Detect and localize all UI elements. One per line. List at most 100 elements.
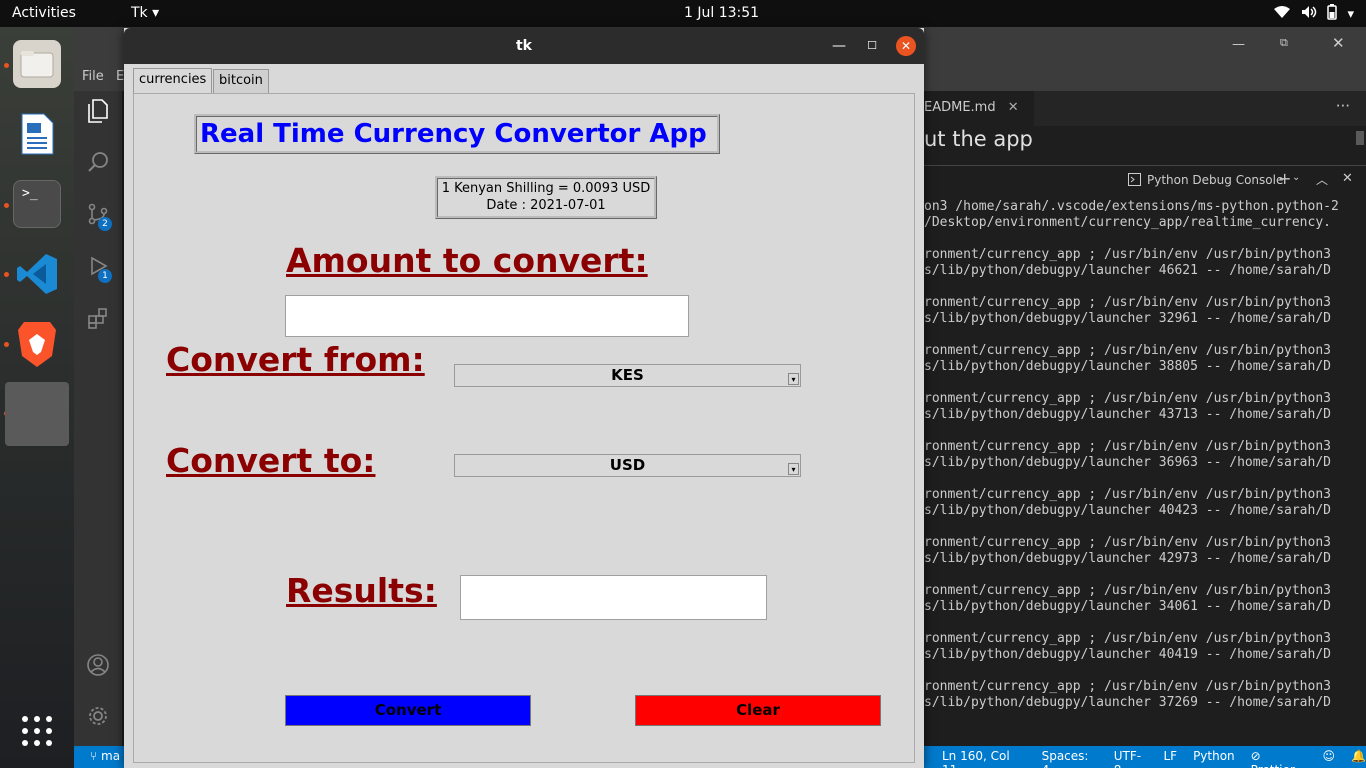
terminal-selector[interactable]: Python Debug Console bbox=[1147, 173, 1283, 187]
system-tray[interactable]: ▾ bbox=[1273, 4, 1354, 24]
cursor-position[interactable]: Ln 160, Col 11 bbox=[942, 749, 1026, 768]
terminal-line: /Desktop/environment/currency_app/realti… bbox=[924, 215, 1331, 230]
terminal-line: s/lib/python/debugpy/launcher 37269 -- /… bbox=[924, 695, 1331, 710]
terminal-line: s/lib/python/debugpy/launcher 38805 -- /… bbox=[924, 359, 1331, 374]
app-menu-button[interactable]: Tk ▾ bbox=[131, 5, 159, 21]
more-actions-icon[interactable]: ··· bbox=[1336, 97, 1350, 115]
terminal-panel-header: Python Debug Console + ⌄ ︿ ✕ bbox=[924, 165, 1366, 195]
tab-currencies[interactable]: currencies bbox=[133, 68, 213, 94]
feedback-icon[interactable]: ☺ bbox=[1323, 749, 1336, 768]
convert-from-label: Convert from: bbox=[166, 340, 425, 379]
clear-button[interactable]: Clear bbox=[635, 695, 881, 726]
to-currency-select[interactable]: USD ▾ bbox=[454, 454, 801, 477]
terminal-line: s/lib/python/debugpy/launcher 40419 -- /… bbox=[924, 647, 1331, 662]
running-indicator bbox=[4, 342, 9, 347]
rate-date-text: Date : 2021-07-01 bbox=[486, 198, 606, 213]
indent-setting[interactable]: Spaces: 4 bbox=[1042, 749, 1098, 768]
terminal-line: s/lib/python/debugpy/launcher 36963 -- /… bbox=[924, 455, 1331, 470]
minimize-icon[interactable]: — bbox=[1232, 37, 1245, 52]
wifi-icon bbox=[1273, 5, 1291, 23]
terminal-icon[interactable]: >_ bbox=[13, 180, 61, 228]
terminal-output[interactable]: on3 /home/sarah/.vscode/extensions/ms-py… bbox=[924, 199, 1366, 711]
tk-app-icon[interactable] bbox=[5, 382, 69, 446]
terminal-line: ronment/currency_app ; /usr/bin/env /usr… bbox=[924, 439, 1331, 454]
libreoffice-writer-icon[interactable] bbox=[13, 110, 61, 158]
brave-browser-icon[interactable] bbox=[13, 320, 61, 368]
editor-heading: ut the app bbox=[924, 127, 1033, 151]
exchange-rate-text: 1 Kenyan Shilling = 0.0093 USD bbox=[441, 181, 651, 196]
extensions-icon[interactable] bbox=[86, 307, 110, 331]
notifications-icon[interactable]: 🔔 bbox=[1351, 749, 1366, 768]
tk-window: tk — ☐ ✕ currencies bitcoin Real Time Cu… bbox=[124, 28, 924, 768]
results-output[interactable] bbox=[460, 575, 767, 620]
encoding[interactable]: UTF-8 bbox=[1114, 749, 1148, 768]
activities-button[interactable]: Activities bbox=[12, 5, 76, 21]
convert-to-label: Convert to: bbox=[166, 441, 376, 480]
amount-label: Amount to convert: bbox=[286, 241, 648, 280]
terminal-line: ronment/currency_app ; /usr/bin/env /usr… bbox=[924, 247, 1331, 262]
volume-icon bbox=[1301, 5, 1317, 23]
convert-button[interactable]: Convert bbox=[285, 695, 531, 726]
editor-tab[interactable]: EADME.md ✕ bbox=[924, 91, 1034, 126]
explorer-icon[interactable] bbox=[86, 99, 110, 123]
chevron-down-icon[interactable]: ▾ bbox=[788, 373, 799, 385]
add-terminal-icon[interactable]: + bbox=[1278, 169, 1291, 188]
tab-bitcoin[interactable]: bitcoin bbox=[213, 69, 269, 93]
running-indicator bbox=[4, 63, 9, 68]
prettier-status[interactable]: ⊘ Prettier bbox=[1251, 749, 1307, 768]
vscode-activity-bar: 2 1 bbox=[74, 91, 122, 747]
close-icon[interactable]: ✕ bbox=[1332, 34, 1345, 52]
terminal-line: s/lib/python/debugpy/launcher 42973 -- /… bbox=[924, 551, 1331, 566]
search-icon[interactable] bbox=[86, 151, 110, 175]
minimize-icon[interactable]: — bbox=[831, 36, 847, 56]
terminal-line: ronment/currency_app ; /usr/bin/env /usr… bbox=[924, 583, 1331, 598]
from-currency-select[interactable]: KES ▾ bbox=[454, 364, 801, 387]
terminal-line: ronment/currency_app ; /usr/bin/env /usr… bbox=[924, 535, 1331, 550]
results-label: Results: bbox=[286, 571, 437, 610]
chevron-down-icon[interactable]: ▾ bbox=[788, 463, 799, 475]
branch-name: ma bbox=[101, 749, 121, 763]
maximize-icon[interactable]: ☐ bbox=[864, 36, 880, 56]
vscode-icon[interactable] bbox=[13, 250, 61, 298]
chevron-down-icon[interactable]: ⌄ bbox=[1292, 172, 1300, 183]
amount-input[interactable] bbox=[285, 295, 689, 337]
terminal-line: ronment/currency_app ; /usr/bin/env /usr… bbox=[924, 679, 1331, 694]
app-title: Real Time Currency Convertor App bbox=[194, 114, 720, 154]
editor-scrollbar[interactable] bbox=[1356, 131, 1364, 145]
editor-tab-label: EADME.md bbox=[924, 100, 996, 115]
menu-file[interactable]: File bbox=[82, 69, 104, 84]
close-icon[interactable]: ✕ bbox=[1008, 100, 1019, 115]
language-mode[interactable]: Python bbox=[1193, 749, 1235, 768]
menu-edit[interactable]: E bbox=[116, 69, 124, 84]
exchange-rate-box: 1 Kenyan Shilling = 0.0093 USD Date : 20… bbox=[435, 176, 657, 219]
close-icon[interactable]: ✕ bbox=[896, 36, 916, 56]
files-icon[interactable] bbox=[13, 40, 61, 88]
running-indicator bbox=[4, 272, 9, 277]
close-icon[interactable]: ✕ bbox=[1342, 171, 1353, 186]
clock[interactable]: 1 Jul 13:51 bbox=[684, 5, 759, 21]
show-applications-icon[interactable] bbox=[13, 707, 61, 755]
terminal-line: s/lib/python/debugpy/launcher 40423 -- /… bbox=[924, 503, 1331, 518]
vscode-tabbar: EADME.md ✕ ··· bbox=[924, 91, 1366, 126]
end-of-line[interactable]: LF bbox=[1163, 749, 1177, 768]
terminal-line: s/lib/python/debugpy/launcher 46621 -- /… bbox=[924, 263, 1331, 278]
gear-icon[interactable] bbox=[86, 705, 110, 729]
terminal-line: ronment/currency_app ; /usr/bin/env /usr… bbox=[924, 391, 1331, 406]
battery-icon bbox=[1327, 4, 1338, 24]
terminal-line: s/lib/python/debugpy/launcher 34061 -- /… bbox=[924, 599, 1331, 614]
maximize-panel-icon[interactable]: ︿ bbox=[1316, 171, 1328, 188]
scm-badge: 2 bbox=[98, 217, 112, 231]
branch-indicator[interactable]: ⑂ ma bbox=[90, 749, 120, 763]
gnome-top-bar: Activities Tk ▾ 1 Jul 13:51 ▾ bbox=[0, 0, 1366, 27]
restore-icon[interactable]: ⧉ bbox=[1280, 36, 1288, 50]
git-branch-icon: ⑂ bbox=[90, 749, 98, 763]
account-icon[interactable] bbox=[86, 653, 110, 677]
